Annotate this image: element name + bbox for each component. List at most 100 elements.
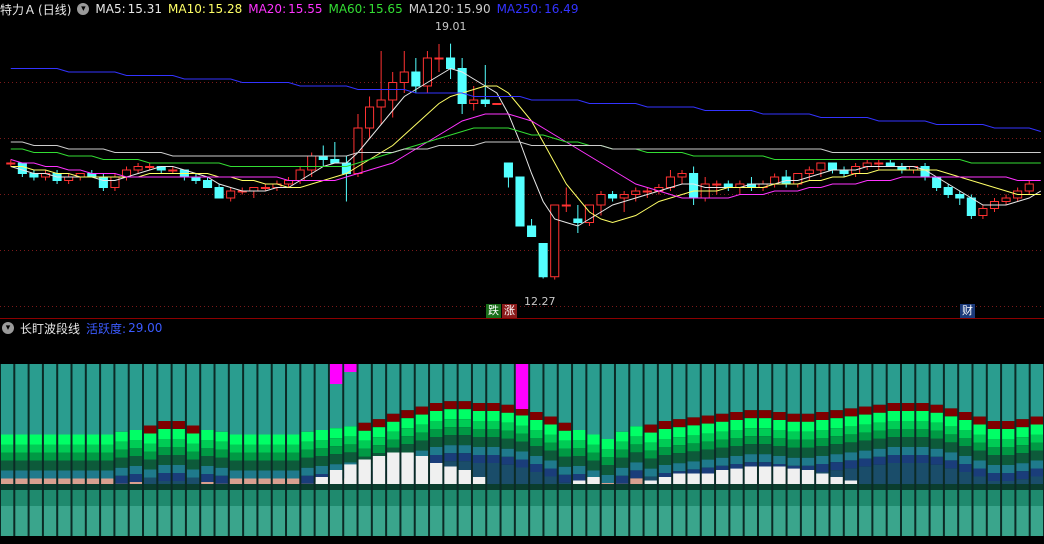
indicator-lower: [115, 490, 128, 506]
finance-tag[interactable]: 财: [960, 304, 975, 318]
indicator-band: [816, 438, 829, 446]
indicator-bar-top: [272, 364, 286, 435]
indicator-band: [201, 456, 214, 466]
candle-body: [226, 190, 236, 199]
indicator-lower: [544, 490, 557, 506]
indicator-band: [301, 475, 314, 484]
indicator-band: [873, 448, 886, 457]
indicator-band: [544, 424, 557, 435]
indicator-lower-bottom: [101, 506, 114, 536]
indicator-bar-top: [887, 364, 900, 403]
indicator-band: [472, 411, 486, 421]
indicator-band: [830, 454, 843, 463]
indicator-band: [959, 430, 972, 438]
indicator-band: [944, 452, 958, 461]
indicator-band: [844, 416, 858, 427]
rise-tag[interactable]: 涨: [502, 304, 517, 318]
chevron-down-icon[interactable]: ▾: [2, 322, 14, 334]
candle-body: [399, 71, 409, 83]
indicator-band: [501, 438, 514, 449]
indicator-band: [1002, 473, 1015, 481]
indicator-band: [1030, 442, 1043, 451]
indicator-band: [1016, 427, 1029, 438]
indicator-lower-bottom: [1030, 506, 1043, 536]
indicator-lower: [458, 490, 471, 506]
chevron-down-icon[interactable]: ▾: [77, 3, 90, 15]
indicator-band: [215, 475, 228, 484]
indicator-band: [201, 474, 214, 482]
indicator-band: [387, 413, 400, 422]
indicator-band: [873, 438, 886, 449]
indicator-band: [501, 456, 514, 465]
indicator-lower: [430, 490, 443, 506]
candle-body: [1024, 183, 1034, 192]
indicator-band: [887, 455, 900, 463]
candle-body: [885, 162, 895, 167]
indicator-lower-bottom: [673, 506, 686, 536]
indicator-lower-bottom: [787, 506, 800, 536]
indicator-lower: [1030, 490, 1043, 506]
indicator-header: ▾ 长盯波段线 活跃度: 29.00: [0, 319, 168, 337]
indicator-band: [558, 422, 572, 431]
indicator-chart[interactable]: [0, 336, 1044, 536]
indicator-band: [558, 474, 572, 483]
indicator-band: [901, 421, 915, 429]
indicator-bar-top: [801, 364, 815, 414]
indicator-band: [101, 444, 114, 453]
indicator-lower-bottom: [744, 506, 757, 536]
ma-legend-item: MA5: 15.31: [95, 2, 162, 16]
fall-tag[interactable]: 跌: [486, 304, 501, 318]
indicator-band: [244, 460, 257, 471]
indicator-band: [1030, 450, 1043, 461]
indicator-bar-top: [158, 364, 171, 421]
indicator-band: [158, 455, 171, 465]
candle-body: [29, 173, 39, 178]
indicator-baseline: [615, 484, 629, 490]
indicator-band: [830, 410, 843, 419]
indicator-white-block: [472, 477, 486, 484]
indicator-white-block: [329, 470, 343, 484]
indicator-band: [687, 451, 700, 462]
indicator-band: [701, 449, 715, 460]
indicator-band: [344, 436, 357, 445]
indicator-band: [329, 428, 343, 439]
indicator-band: [987, 429, 1001, 439]
indicator-band-fill: [287, 478, 300, 484]
indicator-name: 长盯波段线: [20, 321, 81, 336]
indicator-band-fill: [158, 481, 171, 484]
indicator-band: [673, 453, 686, 464]
indicator-band: [1016, 463, 1029, 472]
indicator-band: [801, 457, 815, 466]
indicator-band: [301, 441, 314, 450]
indicator-band: [444, 445, 457, 454]
indicator-band: [658, 439, 672, 447]
indicator-white-block: [816, 473, 829, 484]
indicator-band: [515, 459, 529, 468]
ma-line-ma120: [10, 141, 1041, 157]
indicator-lower: [1, 490, 14, 506]
indicator-band: [716, 421, 729, 432]
indicator-band: [615, 431, 629, 442]
indicator-bar-top: [1, 364, 14, 435]
indicator-band: [816, 412, 829, 420]
candlestick-chart[interactable]: [0, 18, 1044, 318]
indicator-baseline: [987, 484, 1001, 490]
indicator-band: [644, 442, 657, 451]
indicator-lower: [587, 490, 600, 506]
indicator-baseline: [201, 484, 214, 490]
indicator-band: [86, 444, 100, 453]
candle-body: [943, 187, 953, 195]
candle-body: [191, 176, 201, 181]
indicator-band: [615, 449, 629, 458]
indicator-band: [615, 441, 629, 450]
indicator-lower: [1016, 490, 1029, 506]
indicator-bar-top: [658, 364, 672, 421]
indicator-band: [601, 449, 614, 457]
indicator-band: [701, 441, 715, 450]
indicator-white-block: [415, 456, 429, 484]
indicator-band: [372, 419, 386, 428]
indicator-band: [430, 447, 443, 455]
indicator-band-fill: [973, 476, 986, 484]
indicator-band: [1030, 434, 1043, 443]
indicator-band: [301, 449, 314, 458]
